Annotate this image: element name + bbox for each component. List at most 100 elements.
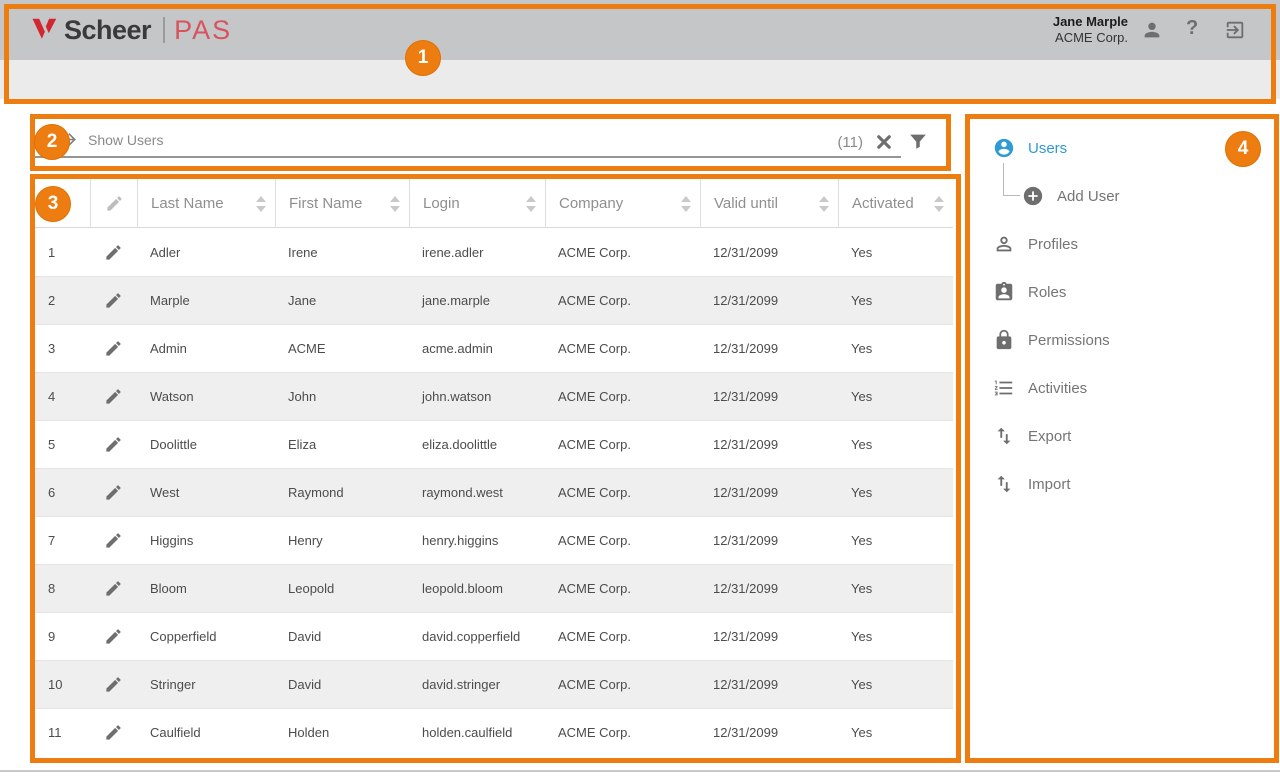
cell-last-name: Marple bbox=[137, 277, 275, 324]
row-number: 6 bbox=[35, 469, 90, 516]
sidebar-item-export[interactable]: Export bbox=[965, 412, 1280, 460]
help-icon[interactable]: ? bbox=[1186, 17, 1198, 40]
cell-activated: Yes bbox=[838, 517, 953, 564]
cell-last-name: Admin bbox=[137, 325, 275, 372]
sidebar-item-users[interactable]: Users bbox=[965, 124, 1280, 172]
cell-login: eliza.doolittle bbox=[409, 421, 545, 468]
cell-activated: Yes bbox=[838, 565, 953, 612]
table-body: 1AdlerIreneirene.adlerACME Corp.12/31/20… bbox=[35, 228, 953, 756]
sidebar-item-roles[interactable]: Roles bbox=[965, 268, 1280, 316]
cell-last-name: Higgins bbox=[137, 517, 275, 564]
edit-row-button[interactable] bbox=[90, 661, 137, 708]
filter-funnel-icon[interactable] bbox=[907, 131, 929, 153]
cell-first-name: Raymond bbox=[275, 469, 409, 516]
edit-pencil-icon bbox=[104, 627, 123, 646]
swap-vertical-icon bbox=[993, 425, 1015, 447]
person-outline-icon bbox=[993, 233, 1015, 255]
cell-company: ACME Corp. bbox=[545, 709, 700, 756]
header-last-name[interactable]: Last Name bbox=[137, 179, 275, 228]
cell-valid-until: 12/31/2099 bbox=[700, 613, 838, 660]
table-row: 2MarpleJanejane.marpleACME Corp.12/31/20… bbox=[35, 276, 953, 324]
edit-row-button[interactable] bbox=[90, 421, 137, 468]
table-row: 10StringerDaviddavid.stringerACME Corp.1… bbox=[35, 660, 953, 708]
cell-activated: Yes bbox=[838, 709, 953, 756]
cell-activated: Yes bbox=[838, 228, 953, 276]
header-edit-column bbox=[90, 179, 137, 228]
table-row: 3AdminACMEacme.adminACME Corp.12/31/2099… bbox=[35, 324, 953, 372]
filter-input[interactable] bbox=[35, 125, 815, 156]
cell-first-name: David bbox=[275, 613, 409, 660]
sidebar-item-add-user[interactable]: Add User bbox=[965, 172, 1280, 220]
header-valid-until[interactable]: Valid until bbox=[700, 179, 838, 228]
logo-product-text: PAS bbox=[174, 15, 232, 46]
sidebar-item-import[interactable]: Import bbox=[965, 460, 1280, 508]
edit-pencil-icon bbox=[105, 194, 124, 213]
cell-last-name: Stringer bbox=[137, 661, 275, 708]
edit-row-button[interactable] bbox=[90, 228, 137, 276]
cell-first-name: Irene bbox=[275, 228, 409, 276]
row-number: 11 bbox=[35, 709, 90, 756]
header-activated[interactable]: Activated bbox=[838, 179, 953, 228]
cell-login: john.watson bbox=[409, 373, 545, 420]
row-number: 4 bbox=[35, 373, 90, 420]
edit-pencil-icon bbox=[104, 243, 123, 262]
row-number: 3 bbox=[35, 325, 90, 372]
cell-first-name: Holden bbox=[275, 709, 409, 756]
edit-pencil-icon bbox=[104, 723, 123, 742]
cell-company: ACME Corp. bbox=[545, 421, 700, 468]
edit-row-button[interactable] bbox=[90, 565, 137, 612]
cell-login: raymond.west bbox=[409, 469, 545, 516]
row-number: 2 bbox=[35, 277, 90, 324]
header-company[interactable]: Company bbox=[545, 179, 700, 228]
sidebar-item-profiles[interactable]: Profiles bbox=[965, 220, 1280, 268]
cell-activated: Yes bbox=[838, 325, 953, 372]
role-badge-icon bbox=[993, 281, 1015, 303]
table-row: 8BloomLeopoldleopold.bloomACME Corp.12/3… bbox=[35, 564, 953, 612]
filter-field: (11) bbox=[35, 125, 901, 158]
cell-company: ACME Corp. bbox=[545, 565, 700, 612]
row-number: 1 bbox=[35, 228, 90, 276]
logo-brand-text: Scheer bbox=[64, 15, 151, 46]
cell-activated: Yes bbox=[838, 613, 953, 660]
sidebar-item-permissions[interactable]: Permissions bbox=[965, 316, 1280, 364]
cell-company: ACME Corp. bbox=[545, 613, 700, 660]
cell-login: holden.caulfield bbox=[409, 709, 545, 756]
header-login[interactable]: Login bbox=[409, 179, 545, 228]
row-number: 9 bbox=[35, 613, 90, 660]
add-circle-icon bbox=[1022, 185, 1044, 207]
result-count: (11) bbox=[837, 134, 863, 151]
edit-row-button[interactable] bbox=[90, 469, 137, 516]
edit-row-button[interactable] bbox=[90, 709, 137, 756]
cell-first-name: Eliza bbox=[275, 421, 409, 468]
cell-company: ACME Corp. bbox=[545, 469, 700, 516]
header-first-name[interactable]: First Name bbox=[275, 179, 409, 228]
row-number: 10 bbox=[35, 661, 90, 708]
edit-row-button[interactable] bbox=[90, 277, 137, 324]
cell-valid-until: 12/31/2099 bbox=[700, 517, 838, 564]
logout-icon[interactable] bbox=[1224, 19, 1246, 41]
edit-row-button[interactable] bbox=[90, 373, 137, 420]
row-number: 5 bbox=[35, 421, 90, 468]
cell-activated: Yes bbox=[838, 469, 953, 516]
sidebar-item-activities[interactable]: Activities bbox=[965, 364, 1280, 412]
cell-company: ACME Corp. bbox=[545, 373, 700, 420]
table-row: 6WestRaymondraymond.westACME Corp.12/31/… bbox=[35, 468, 953, 516]
cell-first-name: John bbox=[275, 373, 409, 420]
edit-row-button[interactable] bbox=[90, 613, 137, 660]
cell-valid-until: 12/31/2099 bbox=[700, 565, 838, 612]
table-row: 4WatsonJohnjohn.watsonACME Corp.12/31/20… bbox=[35, 372, 953, 420]
cell-company: ACME Corp. bbox=[545, 228, 700, 276]
cell-last-name: Doolittle bbox=[137, 421, 275, 468]
edit-row-button[interactable] bbox=[90, 517, 137, 564]
cell-first-name: Leopold bbox=[275, 565, 409, 612]
clear-filter-icon[interactable] bbox=[875, 133, 893, 151]
numbered-list-icon bbox=[993, 377, 1015, 399]
cell-first-name: Henry bbox=[275, 517, 409, 564]
row-number: 7 bbox=[35, 517, 90, 564]
lock-icon bbox=[993, 329, 1015, 351]
cell-valid-until: 12/31/2099 bbox=[700, 469, 838, 516]
edit-row-button[interactable] bbox=[90, 325, 137, 372]
table-row: 11CaulfieldHoldenholden.caulfieldACME Co… bbox=[35, 708, 953, 756]
table-row: 1AdlerIreneirene.adlerACME Corp.12/31/20… bbox=[35, 228, 953, 276]
user-profile-icon[interactable] bbox=[1141, 19, 1163, 41]
